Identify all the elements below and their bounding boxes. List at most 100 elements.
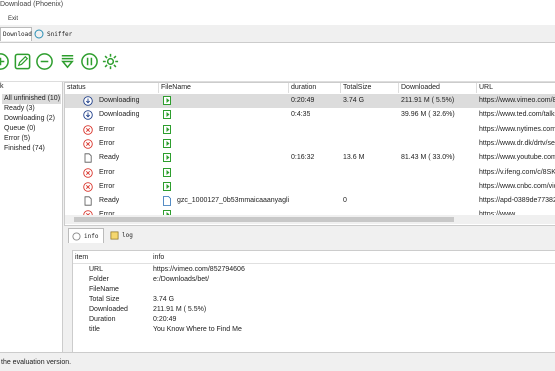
menu-bar: Exit: [0, 11, 555, 25]
cell-duration: 0:20:49: [291, 97, 315, 104]
info-panel: item info URL https://vimeo.com/85279460…: [72, 250, 555, 354]
table-row[interactable]: Error https://www.cnbc.com/vide: [65, 180, 555, 194]
table-row[interactable]: Ready 0:16:32 13.6 M 81.43 M ( 33.0%) https:…: [65, 151, 555, 165]
main-tab-strip: Download Sniffer: [0, 27, 555, 43]
remove-icon[interactable]: [35, 52, 54, 71]
info-label-downloaded: Downloaded: [89, 306, 128, 313]
cell-total-size: 0: [343, 197, 347, 205]
info-value-title: You Know Where to Find Me: [153, 326, 242, 333]
cell-status: Downloading: [99, 97, 140, 104]
error-icon: [83, 182, 93, 192]
detail-pane: info log item info URL https://vimeo.com…: [64, 228, 555, 354]
cell-url: https://www.vimeo.com/852794: [479, 97, 555, 104]
horizontal-scroll-thumb[interactable]: [74, 217, 454, 222]
play-icon[interactable]: [163, 124, 171, 134]
cell-total-size: 13.6 M: [343, 154, 365, 162]
table-row[interactable]: Downloading 0:20:49 3.74 G 211.91 M ( 5.5%)…: [65, 94, 555, 108]
tab-info[interactable]: info: [68, 228, 104, 243]
add-icon[interactable]: [0, 52, 10, 71]
cell-duration: 0:4:35: [291, 111, 311, 119]
ready-file-icon: [83, 196, 93, 206]
tab-sniffer-label: Sniffer: [47, 30, 73, 38]
info-label-title: title: [89, 326, 100, 333]
downloading-icon: [83, 110, 93, 121]
column-duration[interactable]: duration: [289, 83, 341, 93]
info-label-total-size: Total Size: [89, 296, 120, 303]
info-label-filename: FileName: [89, 286, 119, 293]
category-downloading[interactable]: Downloading (2): [4, 115, 55, 122]
cell-status: Ready: [99, 197, 120, 205]
cell-duration: 0:16:32: [291, 154, 315, 162]
error-icon: [83, 167, 93, 178]
category-panel: k All unfinished (10) Ready (3) Download…: [0, 82, 63, 352]
info-label-duration: Duration: [89, 316, 116, 323]
table-row[interactable]: Ready 0 https://apd-0389de77382c gzc_100012…: [65, 194, 555, 208]
error-icon: [83, 124, 93, 135]
play-icon[interactable]: [163, 96, 171, 105]
cell-status: Error: [99, 182, 115, 190]
download-all-icon[interactable]: [58, 52, 77, 71]
play-icon[interactable]: [163, 181, 171, 191]
cell-url: https://www.cnbc.com/vide: [479, 182, 555, 190]
title-bar: Download (Phoenix): [0, 0, 555, 11]
category-queue[interactable]: Queue (0): [4, 125, 36, 132]
status-bar: the evaluation version.: [0, 352, 555, 371]
menu-exit[interactable]: Exit: [8, 16, 18, 22]
column-status[interactable]: status: [65, 83, 159, 93]
edit-icon[interactable]: [13, 52, 32, 71]
info-header-item: item: [75, 254, 89, 261]
info-value-downloaded: 211.91 M ( 5.5%): [153, 306, 207, 313]
file-icon: [163, 196, 171, 206]
cell-status: Error: [99, 125, 115, 133]
grid-rows: Downloading 0:20:49 3.74 G 211.91 M ( 5.5%)…: [65, 94, 555, 221]
toolbar: [0, 43, 555, 82]
cell-total-size: 3.74 G: [343, 97, 365, 104]
cell-status: Error: [99, 139, 115, 147]
cell-downloaded: 39.96 M ( 32.6%): [401, 111, 455, 119]
info-value-folder: e:/Downloads/bet/: [153, 276, 210, 283]
download-grid: status FileName duration TotalSize Downl…: [64, 82, 555, 226]
cell-status: Error: [99, 168, 115, 176]
info-value-url: https://vimeo.com/852794606: [153, 266, 245, 273]
cell-downloaded: 81.43 M ( 33.0%): [401, 154, 455, 162]
ready-file-icon: [83, 153, 93, 163]
settings-icon[interactable]: [101, 52, 120, 71]
category-ready[interactable]: Ready (3): [4, 105, 35, 112]
cell-status: Ready: [99, 154, 120, 162]
column-totalsize[interactable]: TotalSize: [341, 83, 399, 93]
window-title: Download (Phoenix): [0, 1, 64, 8]
column-filename[interactable]: FileName: [159, 83, 289, 93]
downloading-icon: [83, 96, 93, 106]
table-row[interactable]: Downloading 0:4:35 39.96 M ( 32.6%) https:/…: [65, 108, 555, 122]
tab-info-label: info: [84, 232, 99, 240]
table-row[interactable]: Error https://www.nytimes.com/vi: [65, 123, 555, 137]
table-row[interactable]: Error https://www.dr.dk/drtv/se/: [65, 137, 555, 151]
category-header: k: [0, 83, 4, 90]
info-label-folder: Folder: [89, 276, 109, 283]
column-downloaded[interactable]: Downloaded: [399, 83, 477, 93]
cell-filename: gzc_1000127_0b53mmaicaaanyagli...: [177, 197, 289, 205]
column-url[interactable]: URL: [477, 83, 555, 93]
info-value-total-size: 3.74 G: [153, 296, 175, 303]
cell-url: https://v.ifeng.com/c/8SKX: [479, 168, 555, 176]
tab-download[interactable]: Download: [0, 27, 32, 41]
tab-sniffer[interactable]: Sniffer: [34, 27, 78, 41]
category-all-unfinished[interactable]: All unfinished (10): [4, 95, 60, 102]
info-divider: [73, 263, 555, 264]
cell-url: https://www.youtube.com/: [479, 154, 555, 162]
play-icon[interactable]: [163, 167, 171, 177]
cell-downloaded: 211.91 M ( 5.5%): [401, 97, 455, 104]
category-finished[interactable]: Finished (74): [4, 145, 45, 152]
pause-icon[interactable]: [80, 52, 99, 71]
horizontal-scrollbar[interactable]: [65, 215, 555, 224]
cell-url: https://www.dr.dk/drtv/se/: [479, 139, 555, 147]
status-text: the evaluation version.: [1, 359, 72, 366]
play-icon[interactable]: [163, 110, 171, 120]
play-icon[interactable]: [163, 153, 171, 163]
tab-log[interactable]: log: [110, 228, 140, 243]
table-row[interactable]: Error https://v.ifeng.com/c/8SKX: [65, 166, 555, 180]
sniffer-icon: [34, 29, 44, 39]
info-value-duration: 0:20:49: [153, 316, 177, 323]
play-icon[interactable]: [163, 138, 171, 148]
category-error[interactable]: Error (5): [4, 135, 30, 142]
